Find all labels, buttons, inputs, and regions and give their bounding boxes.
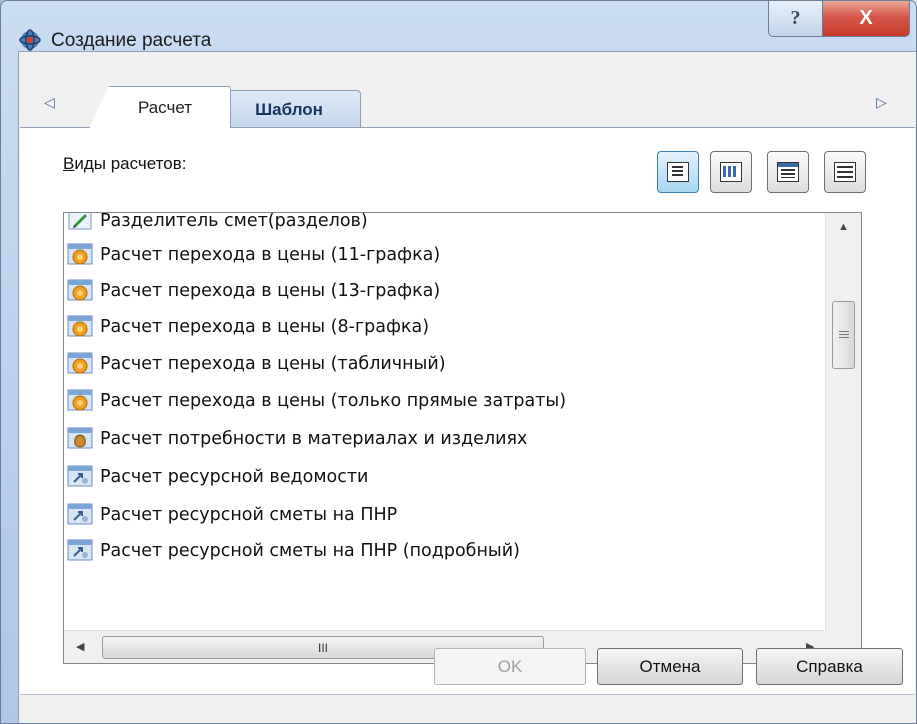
list-item-label: Расчет перехода в цены (8-графка)	[100, 317, 430, 337]
money-bag-icon	[66, 426, 96, 452]
view-details-button[interactable]	[767, 151, 809, 193]
dialog-window: Создание расчета ? X ◁ ▷ Расчет Шаблон В…	[0, 0, 917, 724]
help-button-label: Справка	[796, 656, 863, 676]
list-item-label: Расчет перехода в цены (13-графка)	[100, 281, 441, 301]
coin-icon	[66, 242, 96, 268]
tab-template-label: Шаблон	[255, 99, 323, 119]
resource-icon	[66, 464, 96, 490]
help-button[interactable]: Справка	[756, 648, 903, 685]
coin-icon	[66, 351, 96, 377]
tab-scroll-left-icon[interactable]: ◁	[44, 94, 55, 111]
tab-scroll-right-icon[interactable]: ▷	[876, 94, 887, 111]
question-icon: ?	[790, 7, 801, 29]
tab-calculation-label: Расчет	[137, 97, 193, 117]
coin-icon	[66, 314, 96, 340]
list-item-label: Расчет потребности в материалах и издели…	[100, 429, 528, 449]
list-item-label: Разделитель смет(разделов)	[100, 212, 368, 231]
scroll-left-icon[interactable]: ◀	[76, 640, 84, 653]
grip-icon: III	[317, 640, 328, 655]
close-button[interactable]: X	[822, 1, 910, 37]
ok-button-label: OK	[497, 656, 523, 676]
tab-template[interactable]: Шаблон	[217, 90, 361, 128]
list-item[interactable]: Расчет перехода в цены (8-графка)	[64, 311, 429, 343]
pencil-icon	[66, 213, 96, 234]
list-item[interactable]: Расчет ресурсной сметы на ПНР	[64, 499, 397, 531]
list-item[interactable]: Расчет перехода в цены (13-графка)	[64, 275, 440, 307]
list-item[interactable]: Расчет ресурсной ведомости	[64, 461, 368, 493]
close-icon: X	[859, 7, 873, 29]
view-tiles-icon	[834, 162, 856, 182]
list-item-label: Расчет ресурсной сметы на ПНР (подробный…	[100, 541, 520, 561]
view-small-icons-button[interactable]	[710, 151, 752, 193]
list-item-label: Расчет перехода в цены (11-графка)	[100, 245, 441, 265]
list-item-label: Расчет ресурсной ведомости	[100, 467, 369, 487]
dialog-client-area: ◁ ▷ Расчет Шаблон Виды расчетов: Раздели…	[18, 51, 916, 723]
view-list-button[interactable]	[657, 151, 699, 193]
calculation-types-label: Виды расчетов:	[63, 154, 187, 173]
app-icon	[19, 29, 41, 51]
list-item[interactable]: Расчет потребности в материалах и издели…	[64, 423, 527, 455]
tab-calculation[interactable]: Расчет	[89, 86, 231, 128]
list-item[interactable]: Расчет ресурсной сметы на ПНР (подробный…	[64, 535, 520, 567]
cancel-button-label: Отмена	[639, 656, 701, 676]
vertical-scroll-thumb[interactable]	[832, 301, 855, 369]
view-tiles-button[interactable]	[824, 151, 866, 193]
resource-icon	[66, 538, 96, 564]
window-title: Создание расчета	[51, 30, 212, 51]
vertical-scrollbar[interactable]: ▲	[825, 213, 861, 631]
cancel-button[interactable]: Отмена	[597, 648, 743, 685]
list-item-label: Расчет ресурсной сметы на ПНР	[100, 505, 398, 525]
view-small-icons-icon	[720, 162, 742, 182]
calculation-types-list[interactable]: Разделитель смет(разделов) Расчет переход…	[63, 212, 862, 664]
list-item-label: Расчет перехода в цены (только прямые за…	[100, 391, 567, 411]
tab-page-calculation: Виды расчетов: Разделитель смет(разделов…	[20, 127, 915, 695]
resource-icon	[66, 502, 96, 528]
list-item[interactable]: Расчет перехода в цены (только прямые за…	[64, 385, 566, 417]
grip-icon	[838, 331, 849, 339]
list-item[interactable]: Расчет перехода в цены (табличный)	[64, 348, 446, 380]
ok-button[interactable]: OK	[434, 648, 586, 685]
list-item-label: Расчет перехода в цены (табличный)	[100, 354, 446, 374]
scroll-up-icon[interactable]: ▲	[838, 221, 849, 233]
view-list-icon	[667, 162, 689, 182]
list-item[interactable]: Расчет перехода в цены (11-графка)	[64, 239, 440, 271]
view-details-icon	[777, 162, 799, 182]
list-item[interactable]: Разделитель смет(разделов)	[64, 212, 368, 237]
help-title-button[interactable]: ?	[768, 1, 823, 37]
coin-icon	[66, 388, 96, 414]
title-bar[interactable]: Создание расчета ? X	[1, 1, 916, 51]
coin-icon	[66, 278, 96, 304]
